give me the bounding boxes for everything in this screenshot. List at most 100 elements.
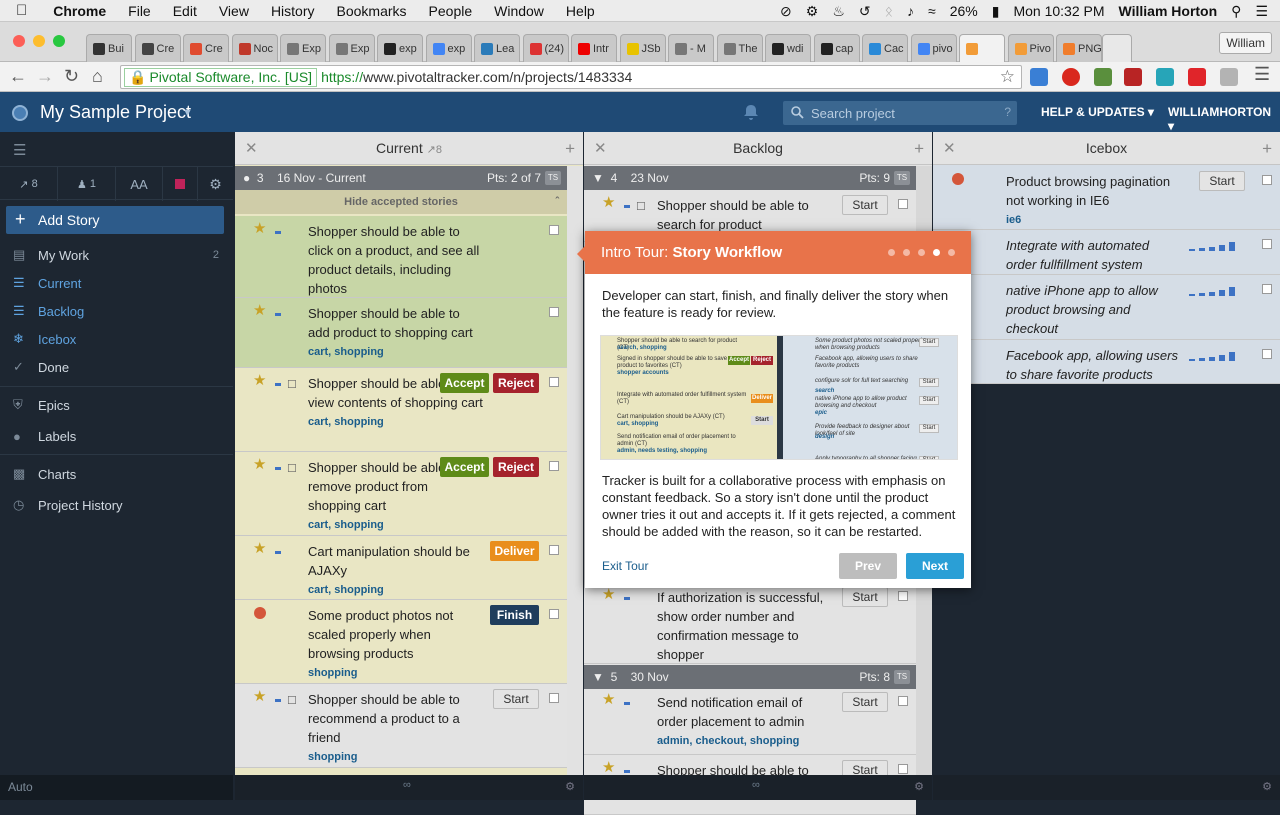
story-row[interactable]: Facebook app, allowing users to share fa… [933, 340, 1280, 384]
notification-center-icon[interactable]: ☰ [1255, 3, 1268, 20]
close-panel-icon[interactable]: ✕ [245, 132, 258, 165]
browser-tab[interactable]: Cac [862, 34, 908, 62]
story-row[interactable]: ★ ☐ Shopper should be able to remove produ… [235, 452, 567, 536]
story-row[interactable]: Some product photos not scaled properly … [235, 600, 567, 684]
auto-toggle[interactable]: Auto [8, 780, 33, 794]
select-story-checkbox[interactable] [898, 591, 908, 601]
back-icon[interactable]: ← [9, 66, 27, 86]
sidebar-item-epics[interactable]: ⛨ Epics [0, 391, 233, 419]
project-title[interactable]: My Sample Project [40, 102, 191, 123]
search-help-icon[interactable]: ? [1004, 105, 1011, 119]
notifications-bell-icon[interactable] [742, 103, 760, 121]
panel-settings-icon[interactable]: ⚙ [914, 780, 924, 793]
browser-tab[interactable]: - M [668, 34, 714, 62]
estimate-bar[interactable] [1229, 242, 1235, 251]
story-row[interactable]: ★ ☐ Shopper should be able to recommend a … [235, 684, 567, 768]
story-row[interactable]: ★ Send notification email of order placem… [584, 687, 916, 755]
tour-step-dot[interactable] [888, 249, 895, 256]
start-button[interactable]: Start [842, 692, 888, 712]
color-toggle[interactable] [163, 167, 198, 201]
menu-bookmarks[interactable]: Bookmarks [337, 3, 407, 19]
story-row[interactable]: ★ Shopper should be able to click on a pr… [235, 216, 567, 314]
menu-file[interactable]: File [128, 3, 151, 19]
iteration-header[interactable]: ▼ 5 30 Nov Pts: 8 TS [584, 665, 916, 689]
tour-step-dot[interactable] [918, 249, 925, 256]
sidebar-item-my-work[interactable]: ▤ My Work 2 [0, 241, 233, 269]
select-story-checkbox[interactable] [549, 693, 559, 703]
browser-tab[interactable]: Intr [571, 34, 617, 62]
reject-button[interactable]: Reject [493, 457, 539, 477]
team-strength-badge[interactable]: TS [894, 670, 910, 684]
time-machine-icon[interactable]: ↺ [859, 3, 871, 20]
browser-tab[interactable]: Cre [183, 34, 229, 62]
battery-percent[interactable]: 26% [950, 3, 978, 19]
adblock-icon[interactable] [1062, 68, 1080, 86]
story-labels[interactable]: cart, shopping [308, 414, 483, 430]
resize-handle-icon[interactable]: ∞ [403, 779, 411, 791]
select-story-checkbox[interactable] [1262, 349, 1272, 359]
estimate-bar[interactable] [1229, 287, 1235, 296]
panel-settings-icon[interactable]: ⚙ [1262, 780, 1272, 793]
sidebar-item-charts[interactable]: ▩ Charts [0, 460, 233, 488]
estimate-bar[interactable] [1189, 359, 1195, 361]
search-project-input[interactable]: Search project ? [783, 101, 1017, 125]
menu-app-name[interactable]: Chrome [53, 3, 106, 19]
chrome-menu-icon[interactable]: ☰ [1254, 64, 1270, 84]
profile-button[interactable]: William [1219, 32, 1272, 54]
new-tab-button[interactable] [1102, 34, 1132, 62]
browser-tab[interactable]: Cre [134, 34, 181, 62]
forward-icon[interactable]: → [36, 66, 54, 86]
close-panel-icon[interactable]: ✕ [943, 132, 956, 165]
estimate-bar[interactable] [1209, 357, 1215, 361]
dnd-icon[interactable]: ⊘ [780, 3, 792, 20]
team-strength-badge[interactable]: TS [894, 171, 910, 185]
estimate-selector[interactable] [1189, 352, 1235, 361]
story-row[interactable]: ★ Cart manipulation should be AJAXy cart, … [235, 536, 567, 600]
help-updates-menu[interactable]: HELP & UPDATES ▾ [1041, 105, 1154, 119]
browser-tab[interactable] [959, 34, 1005, 62]
estimate-selector[interactable] [1189, 287, 1235, 296]
select-story-checkbox[interactable] [549, 545, 559, 555]
youtube-extension-icon[interactable] [1188, 68, 1206, 86]
panel-settings-icon[interactable]: ⚙ [565, 780, 575, 793]
estimate-bar[interactable] [1229, 352, 1235, 361]
select-story-checkbox[interactable] [1262, 239, 1272, 249]
close-panel-icon[interactable]: ✕ [594, 132, 607, 165]
browser-tab[interactable]: Exp [328, 34, 375, 62]
browser-tab[interactable]: PNG [1056, 34, 1102, 62]
browser-tab[interactable]: Lea [474, 34, 520, 62]
browser-tab[interactable]: (24) [522, 34, 569, 62]
vpn-icon[interactable]: ⚙ [806, 3, 819, 20]
spotlight-icon[interactable]: ⚲ [1231, 3, 1241, 20]
bookmark-star-icon[interactable]: ☆ [1000, 67, 1015, 87]
reject-button[interactable]: Reject [493, 373, 539, 393]
menu-view[interactable]: View [219, 3, 249, 19]
sidebar-item-current[interactable]: ☰ Current [0, 269, 233, 297]
start-button[interactable]: Start [1199, 171, 1245, 191]
notification-bell-icon[interactable]: ♨ [832, 3, 845, 20]
wifi-icon[interactable]: ≈ [928, 3, 936, 19]
minimize-window-button[interactable] [33, 35, 45, 47]
resize-handle-icon[interactable]: ∞ [752, 779, 760, 791]
menu-edit[interactable]: Edit [173, 3, 197, 19]
menu-people[interactable]: People [429, 3, 473, 19]
estimate-selector[interactable] [1189, 242, 1235, 251]
story-labels[interactable]: cart, shopping [308, 582, 483, 598]
estimate-bar[interactable] [1219, 245, 1225, 251]
add-story-plus-icon[interactable]: + [1262, 132, 1272, 165]
browser-tab[interactable]: The [716, 34, 763, 62]
volume-icon[interactable]: ♪ [907, 3, 914, 19]
exit-tour-link[interactable]: Exit Tour [602, 559, 648, 573]
story-labels[interactable]: shopping [308, 665, 483, 681]
accept-button[interactable]: Accept [440, 457, 489, 477]
story-labels[interactable]: admin, checkout, shopping [657, 733, 832, 749]
select-story-checkbox[interactable] [898, 199, 908, 209]
start-button[interactable]: Start [842, 587, 888, 607]
settings-gear-icon[interactable]: ⚙ [198, 167, 233, 201]
sidebar-item-project-history[interactable]: ◷ Project History [0, 491, 233, 519]
story-labels[interactable]: shopping [308, 749, 483, 765]
team-strength-badge[interactable]: TS [545, 171, 561, 185]
estimate-bar[interactable] [1219, 355, 1225, 361]
hide-accepted-toggle[interactable]: Hide accepted stories ˆ [235, 190, 567, 214]
menu-window[interactable]: Window [494, 3, 544, 19]
